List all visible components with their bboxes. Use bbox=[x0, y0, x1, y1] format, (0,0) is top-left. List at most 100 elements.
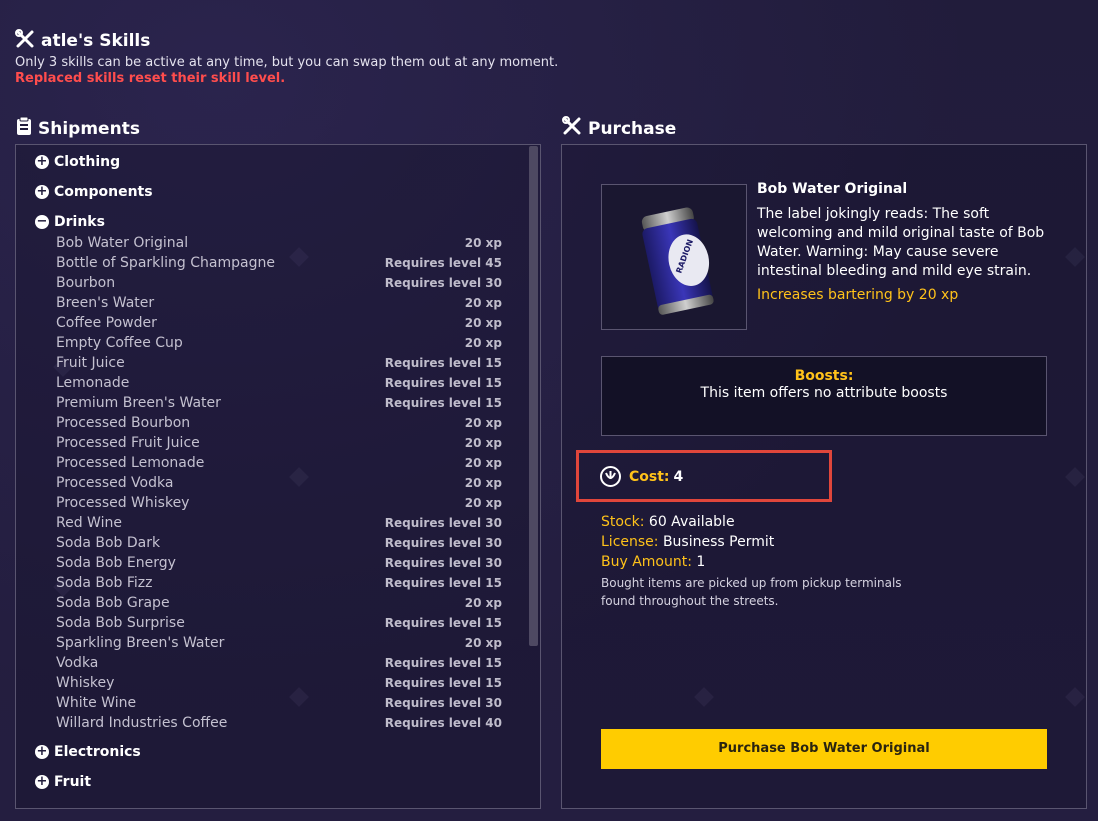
shipment-item-row[interactable]: Processed Fruit Juice 20 xp bbox=[56, 433, 502, 453]
shipment-item-row[interactable]: Red Wine Requires level 30 bbox=[56, 513, 502, 533]
license-row: License: Business Permit bbox=[601, 534, 774, 550]
shipment-item-row[interactable]: Bob Water Original 20 xp bbox=[56, 233, 502, 253]
item-name: Bob Water Original bbox=[757, 181, 908, 197]
shipment-item-row[interactable]: Soda Bob Dark Requires level 30 bbox=[56, 533, 502, 553]
category-components[interactable]: + Components bbox=[35, 184, 153, 200]
shipment-item-requirement: Requires level 15 bbox=[384, 576, 502, 590]
shipment-item-row[interactable]: Processed Lemonade 20 xp bbox=[56, 453, 502, 473]
shipment-item-requirement: 20 xp bbox=[464, 316, 502, 330]
shipment-item-row[interactable]: Fruit Juice Requires level 15 bbox=[56, 353, 502, 373]
shipment-item-requirement: Requires level 30 bbox=[384, 276, 502, 290]
skills-title-row: atle's Skills bbox=[15, 29, 558, 53]
item-description: The label jokingly reads: The soft welco… bbox=[757, 206, 1045, 279]
shipment-item-name: Sparkling Breen's Water bbox=[56, 635, 225, 651]
shipment-item-requirement: Requires level 40 bbox=[384, 716, 502, 730]
shipment-item-requirement: Requires level 30 bbox=[384, 516, 502, 530]
shipment-item-name: Coffee Powder bbox=[56, 315, 157, 331]
tools-icon bbox=[562, 116, 582, 141]
skills-description: Only 3 skills can be active at any time,… bbox=[15, 55, 559, 70]
shipment-item-row[interactable]: Processed Vodka 20 xp bbox=[56, 473, 502, 493]
shipment-item-row[interactable]: Sparkling Breen's Water 20 xp bbox=[56, 633, 502, 653]
shipment-item-row[interactable]: Bourbon Requires level 30 bbox=[56, 273, 502, 293]
license-label: License: bbox=[601, 534, 659, 550]
shipment-item-name: Vodka bbox=[56, 655, 99, 671]
cost-row: Cost: 4 bbox=[600, 466, 683, 487]
shipment-item-row[interactable]: Premium Breen's Water Requires level 15 bbox=[56, 393, 502, 413]
shipment-item-name: Premium Breen's Water bbox=[56, 395, 221, 411]
shipment-item-name: Soda Bob Dark bbox=[56, 535, 161, 551]
shipment-item-requirement: Requires level 15 bbox=[384, 396, 502, 410]
shipment-item-requirement: 20 xp bbox=[464, 636, 502, 650]
cost-value: 4 bbox=[673, 468, 684, 485]
item-effect: Increases bartering by 20 xp bbox=[757, 287, 959, 303]
buy-amount-row: Buy Amount: 1 bbox=[601, 554, 705, 570]
shipment-item-name: Processed Bourbon bbox=[56, 415, 191, 431]
category-label: Drinks bbox=[54, 214, 105, 230]
shipment-item-name: Bottle of Sparkling Champagne bbox=[56, 255, 275, 271]
category-drinks[interactable]: − Drinks bbox=[35, 214, 105, 230]
category-electronics[interactable]: + Electronics bbox=[35, 744, 141, 760]
expand-icon[interactable]: + bbox=[35, 185, 49, 199]
purchase-button[interactable]: Purchase Bob Water Original bbox=[601, 729, 1047, 769]
shipment-item-row[interactable]: Vodka Requires level 15 bbox=[56, 653, 502, 673]
shipment-item-requirement: 20 xp bbox=[464, 296, 502, 310]
expand-icon[interactable]: + bbox=[35, 745, 49, 759]
boosts-box: Boosts: This item offers no attribute bo… bbox=[601, 356, 1047, 436]
shipment-item-row[interactable]: Bottle of Sparkling Champagne Requires le… bbox=[56, 253, 502, 273]
shipment-item-name: Whiskey bbox=[56, 675, 115, 691]
category-label: Fruit bbox=[54, 774, 92, 790]
shipments-scrollbar[interactable] bbox=[529, 146, 538, 646]
buy-amount-value[interactable]: 1 bbox=[696, 554, 705, 570]
category-fruit[interactable]: + Fruit bbox=[35, 774, 91, 790]
shipment-item-row[interactable]: Coffee Powder 20 xp bbox=[56, 313, 502, 333]
shipment-item-row[interactable]: Soda Bob Fizz Requires level 15 bbox=[56, 573, 502, 593]
shipment-item-requirement: Requires level 30 bbox=[384, 556, 502, 570]
shipment-item-requirement: 20 xp bbox=[464, 336, 502, 350]
stock-row: Stock: 60 Available bbox=[601, 514, 735, 530]
shipment-item-name: Soda Bob Surprise bbox=[56, 615, 185, 631]
shipment-item-row[interactable]: White Wine Requires level 30 bbox=[56, 693, 502, 713]
shipment-item-row[interactable]: Whiskey Requires level 15 bbox=[56, 673, 502, 693]
shipment-item-requirement: Requires level 15 bbox=[384, 356, 502, 370]
category-clothing[interactable]: + Clothing bbox=[35, 154, 120, 170]
expand-icon[interactable]: + bbox=[35, 775, 49, 789]
shipment-item-row[interactable]: Empty Coffee Cup 20 xp bbox=[56, 333, 502, 353]
shipment-item-name: Bob Water Original bbox=[56, 235, 189, 251]
shipment-item-requirement: Requires level 15 bbox=[384, 376, 502, 390]
shipment-item-row[interactable]: Soda Bob Surprise Requires level 15 bbox=[56, 613, 502, 633]
boosts-title: Boosts: bbox=[794, 368, 854, 384]
shipment-item-name: Fruit Juice bbox=[56, 355, 125, 371]
category-label: Clothing bbox=[54, 154, 121, 170]
shipment-item-name: Red Wine bbox=[56, 515, 122, 531]
clipboard-icon bbox=[16, 116, 32, 141]
shipment-item-row[interactable]: Soda Bob Grape 20 xp bbox=[56, 593, 502, 613]
shipment-item-requirement: 20 xp bbox=[464, 416, 502, 430]
shipment-item-requirement: 20 xp bbox=[464, 236, 502, 250]
purchase-heading: Purchase bbox=[562, 116, 676, 141]
shipment-item-row[interactable]: Processed Whiskey 20 xp bbox=[56, 493, 502, 513]
shipment-item-name: Lemonade bbox=[56, 375, 130, 391]
shipment-item-name: Processed Lemonade bbox=[56, 455, 205, 471]
shipment-item-requirement: 20 xp bbox=[464, 596, 502, 610]
shipment-item-requirement: 20 xp bbox=[464, 496, 502, 510]
shipment-item-row[interactable]: Processed Bourbon 20 xp bbox=[56, 413, 502, 433]
stock-label: Stock: bbox=[601, 514, 645, 530]
shipment-item-row[interactable]: Breen's Water 20 xp bbox=[56, 293, 502, 313]
shipment-item-name: Soda Bob Fizz bbox=[56, 575, 153, 591]
collapse-icon[interactable]: − bbox=[35, 215, 49, 229]
purchase-title: Purchase bbox=[588, 118, 677, 139]
pickup-note: Bought items are picked up from pickup t… bbox=[601, 576, 902, 608]
license-value: Business Permit bbox=[662, 534, 775, 550]
shipment-item-row[interactable]: Lemonade Requires level 15 bbox=[56, 373, 502, 393]
shipment-item-row[interactable]: Soda Bob Energy Requires level 30 bbox=[56, 553, 502, 573]
shipment-item-name: Soda Bob Energy bbox=[56, 555, 176, 571]
cost-label: Cost: bbox=[629, 468, 670, 485]
shipment-item-row[interactable]: Willard Industries Coffee Requires level … bbox=[56, 713, 502, 733]
shipment-item-name: Soda Bob Grape bbox=[56, 595, 170, 611]
stock-value: 60 Available bbox=[648, 514, 735, 530]
shipment-item-name: Processed Whiskey bbox=[56, 495, 190, 511]
currency-token-icon bbox=[600, 466, 621, 487]
tools-icon bbox=[15, 29, 35, 53]
shipment-item-requirement: Requires level 15 bbox=[384, 616, 502, 630]
expand-icon[interactable]: + bbox=[35, 155, 49, 169]
